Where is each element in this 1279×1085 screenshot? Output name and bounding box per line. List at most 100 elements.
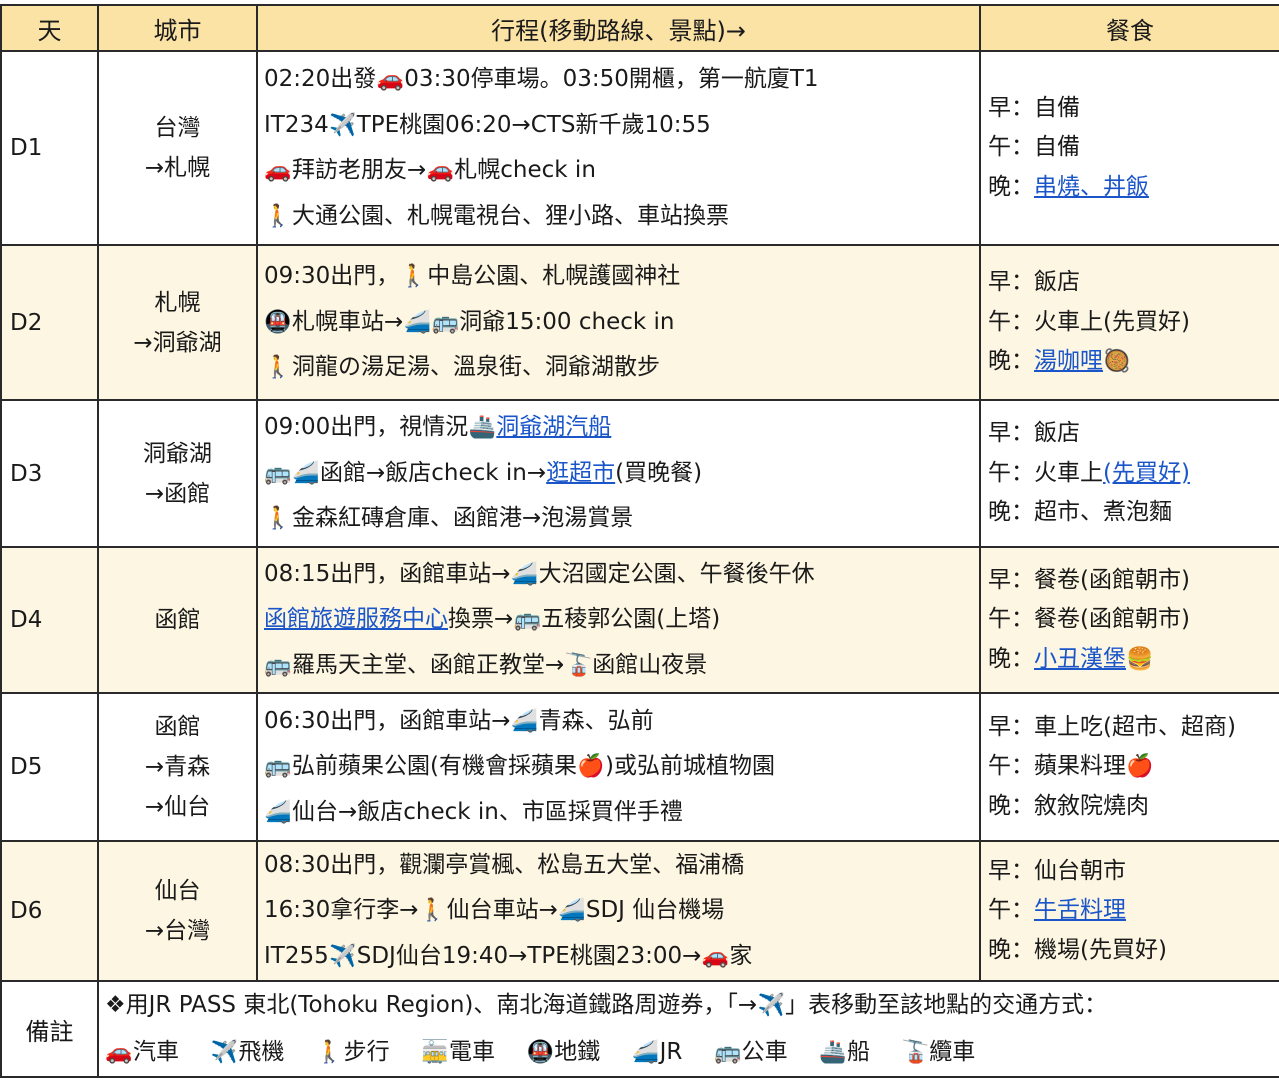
- city-line: 洞爺湖: [143, 440, 212, 467]
- jr-icon: 🚄: [403, 309, 431, 335]
- route-cell: 06:30出門，函館車站→🚄青森、弘前 🚌弘前蘋果公園(有機會採蘋果🍎)或弘前城…: [256, 692, 981, 842]
- meal-link[interactable]: 牛舌料理: [1034, 897, 1126, 923]
- city-line: 札幌: [154, 289, 201, 316]
- header-row: 天 城市 行程(移動路線、景點)→ 餐食: [0, 4, 1279, 52]
- table-row: D5 函館 →青森 →仙台 06:30出門，函館車站→🚄青森、弘前 🚌弘前蘋果公…: [0, 692, 1279, 842]
- route-link[interactable]: 洞爺湖汽船: [496, 414, 611, 440]
- plane-icon: ✈️: [757, 993, 785, 1018]
- walk-icon: 🚶: [418, 898, 447, 924]
- route-line: 🚄仙台→飯店check in、市區採買伴手禮: [264, 790, 978, 836]
- meal-link[interactable]: (先買好): [1103, 460, 1190, 486]
- meal-line: 午：餐卷(函館朝市): [988, 606, 1190, 633]
- meal-line: 晚：機場(先買好): [988, 936, 1167, 963]
- route-line: 🚗拜訪老朋友→🚗札幌check in: [264, 148, 978, 194]
- table-row: D1 台灣 →札幌 02:20出發🚗03:30停車場。03:50開櫃，第一航廈T…: [0, 50, 1279, 246]
- legend-item: 🚡纜車: [901, 1029, 976, 1075]
- meal-link[interactable]: 串燒、丼飯: [1034, 174, 1149, 200]
- route-cell: 09:30出門，🚶中島公園、札幌護國神社 🚇札幌車站→🚄🚌洞爺15:00 che…: [256, 244, 981, 401]
- city-cell: 札幌 →洞爺湖: [97, 244, 258, 401]
- meal-cell: 早：飯店 午：火車上(先買好) 晚：超市、煮泡麵: [979, 399, 1279, 548]
- day-cell: D6: [0, 840, 99, 982]
- route-cell: 08:30出門，觀瀾亭賞楓、松島五大堂、福浦橋 16:30拿行李→🚶仙台車站→🚄…: [256, 840, 981, 982]
- meal-line: 早：飯店: [988, 269, 1080, 296]
- legend-item: 🚶步行: [315, 1029, 390, 1075]
- walk-icon: 🚶: [315, 1040, 344, 1065]
- metro-icon: 🚇: [526, 1040, 554, 1065]
- train-icon: 🚋: [421, 1040, 449, 1065]
- ship-icon: 🚢: [468, 415, 496, 441]
- notes-row: 備註 ❖用JR PASS 東北(Tohoku Region)、南北海道鐵路周遊券…: [0, 980, 1279, 1078]
- itinerary-table: 天 城市 行程(移動路線、景點)→ 餐食 D1 台灣 →札幌 02:20出發🚗0…: [0, 4, 1279, 1078]
- curry-icon: 🥘: [1103, 349, 1131, 375]
- jr-icon: 🚄: [510, 708, 539, 734]
- route-line: 09:30出門，🚶中島公園、札幌護國神社: [264, 254, 978, 300]
- legend-item: 🚇地鐵: [526, 1029, 601, 1075]
- route-line: 🚶洞龍の湯足湯、溫泉街、洞爺湖散步: [264, 345, 978, 391]
- plane-icon: ✈️: [329, 112, 357, 138]
- meal-line: 晚：超市、煮泡麵: [988, 499, 1172, 526]
- route-line: IT255✈️SDJ仙台19:40→TPE桃園23:00→🚗家: [264, 934, 978, 979]
- bus-icon: 🚌: [513, 607, 541, 633]
- route-cell: 08:15出門，函館車站→🚄大沼國定公園、午餐後午休 函館旅遊服務中心換票→🚌五…: [256, 546, 981, 694]
- meal-line: 午：火車上(先買好): [988, 308, 1190, 335]
- meal-cell: 早：車上吃(超市、超商) 午：蘋果料理🍎 晚：敘敘院燒肉: [979, 692, 1279, 842]
- city-cell: 仙台 →台灣: [97, 840, 258, 982]
- city-line: 仙台: [154, 878, 201, 904]
- route-cell: 02:20出發🚗03:30停車場。03:50開櫃，第一航廈T1 IT234✈️T…: [256, 50, 981, 246]
- route-line: 函館旅遊服務中心換票→🚌五稜郭公園(上塔): [264, 597, 978, 643]
- plane-icon: ✈️: [329, 943, 357, 969]
- walk-icon: 🚶: [264, 506, 292, 532]
- metro-icon: 🚇: [264, 309, 292, 335]
- route-line: 08:15出門，函館車站→🚄大沼國定公園、午餐後午休: [264, 552, 978, 598]
- walk-icon: 🚶: [264, 355, 292, 381]
- meal-link[interactable]: 小丑漢堡🍔: [1034, 646, 1154, 672]
- meal-line: 午：牛舌料理: [988, 897, 1126, 924]
- meal-line: 晚：小丑漢堡🍔: [988, 640, 1278, 680]
- city-line: →台灣: [144, 918, 211, 944]
- legend-item: 🚋電車: [421, 1029, 495, 1075]
- route-link[interactable]: 逛超市: [546, 460, 615, 486]
- route-line: 🚌🚄函館→飯店check in→逛超市(買晚餐): [264, 451, 978, 497]
- meal-line: 早：飯店: [988, 420, 1080, 447]
- apple-icon: 🍎: [577, 754, 605, 780]
- legend-item: ✈️飛機: [210, 1029, 285, 1075]
- route-line: 16:30拿行李→🚶仙台車站→🚄SDJ 仙台機場: [264, 888, 978, 934]
- walk-icon: 🚶: [264, 203, 292, 229]
- day-cell: D2: [0, 244, 99, 401]
- apple-icon: 🍎: [1126, 754, 1154, 780]
- city-cell: 台灣 →札幌: [97, 50, 258, 246]
- city-line: →函館: [144, 480, 211, 507]
- meal-cell: 早：自備 午：自備 晚：串燒、丼飯: [979, 50, 1279, 246]
- meal-link[interactable]: 湯咖哩🥘: [1034, 348, 1131, 374]
- notes-label: 備註: [0, 980, 99, 1078]
- route-line: IT234✈️TPE桃園06:20→CTS新千歲10:55: [264, 103, 978, 149]
- day-cell: D1: [0, 50, 99, 246]
- legend-item: 🚌公車: [714, 1029, 788, 1075]
- jr-icon: 🚄: [631, 1040, 660, 1065]
- car-icon: 🚗: [701, 943, 730, 969]
- city-line: →札幌: [144, 155, 211, 181]
- table-row: D3 洞爺湖 →函館 09:00出門，視情況🚢洞爺湖汽船 🚌🚄函館→飯店chec…: [0, 399, 1279, 548]
- table-row: D6 仙台 →台灣 08:30出門，觀瀾亭賞楓、松島五大堂、福浦橋 16:30拿…: [0, 840, 1279, 982]
- legend-item: 🚢船: [819, 1029, 870, 1075]
- meal-cell: 早：餐卷(函館朝市) 午：餐卷(函館朝市) 晚：小丑漢堡🍔: [979, 546, 1279, 694]
- plane-icon: ✈️: [210, 1040, 239, 1065]
- route-link[interactable]: 函館旅遊服務中心: [264, 606, 448, 632]
- city-cell: 洞爺湖 →函館: [97, 399, 258, 548]
- city-line: 台灣: [154, 115, 201, 141]
- car-icon: 🚗: [264, 158, 292, 183]
- ropeway-icon: 🚡: [901, 1040, 929, 1065]
- ropeway-icon: 🚡: [564, 652, 592, 678]
- walk-icon: 🚶: [399, 264, 427, 290]
- car-icon: 🚗: [426, 158, 454, 183]
- legend: 🚗汽車 ✈️飛機 🚶步行 🚋電車 🚇地鐵 🚄JR 🚌公車 🚢船 🚡纜車: [105, 1029, 1278, 1075]
- route-line: 🚌弘前蘋果公園(有機會採蘋果🍎)或弘前城植物園: [264, 744, 978, 790]
- notes-line: ❖用JR PASS 東北(Tohoku Region)、南北海道鐵路周遊券，「→…: [105, 983, 1278, 1029]
- car-icon: 🚗: [376, 67, 404, 92]
- jr-icon: 🚄: [558, 898, 586, 924]
- meal-line: 晚：湯咖哩🥘: [988, 342, 1278, 382]
- table-row: D2 札幌 →洞爺湖 09:30出門，🚶中島公園、札幌護國神社 🚇札幌車站→🚄🚌…: [0, 244, 1279, 401]
- meal-line: 早：仙台朝市: [988, 857, 1126, 884]
- route-line: 02:20出發🚗03:30停車場。03:50開櫃，第一航廈T1: [264, 57, 978, 103]
- city-cell: 函館 →青森 →仙台: [97, 692, 258, 842]
